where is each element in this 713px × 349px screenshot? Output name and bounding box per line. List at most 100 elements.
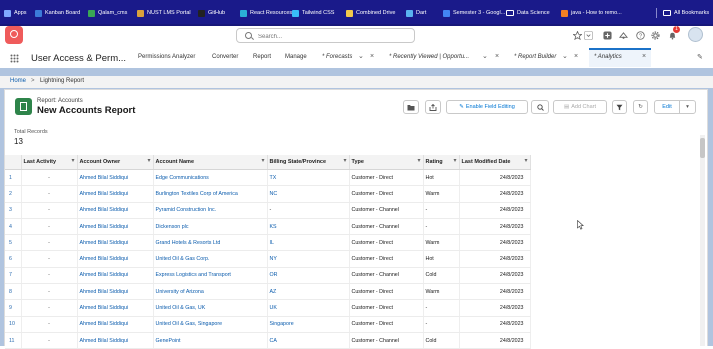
filter-button[interactable] bbox=[612, 100, 627, 114]
column-label: Billing State/Province bbox=[269, 159, 327, 165]
column-menu-icon[interactable]: ▾ bbox=[147, 157, 150, 164]
bookmark-react-resources[interactable]: React Resources bbox=[240, 8, 292, 18]
bookmark-kanban-board[interactable]: Kanban Board bbox=[35, 8, 80, 18]
tab-report-builder-close-icon[interactable]: × bbox=[574, 53, 578, 60]
account-name-link[interactable]: University of Arizona bbox=[153, 283, 268, 301]
account-name-link[interactable]: Pyramid Construction Inc. bbox=[153, 202, 268, 219]
bookmark-data-science[interactable]: Data Science bbox=[506, 8, 550, 18]
bookmark-java-how-to-remove[interactable]: java - How to remo... bbox=[561, 8, 622, 18]
global-actions-plus-icon[interactable] bbox=[603, 31, 612, 40]
column-header-last-modified-date[interactable]: Last Modified Date ▾ bbox=[459, 155, 531, 170]
global-search[interactable] bbox=[236, 28, 415, 43]
bookmark-favicon-icon bbox=[198, 9, 205, 17]
account-owner-link[interactable]: Ahmed Bilal Siddiqui bbox=[77, 218, 154, 236]
tab-recently-viewed-close-icon[interactable]: × bbox=[495, 53, 499, 60]
column-header-type[interactable]: Type ▾ bbox=[349, 155, 424, 170]
nav-item-permissions-analyzer[interactable]: Permissions Analyzer bbox=[138, 54, 195, 60]
user-avatar[interactable] bbox=[688, 27, 703, 42]
refresh-icon: ↻ bbox=[638, 104, 643, 110]
column-menu-icon[interactable]: ▾ bbox=[524, 157, 527, 164]
column-menu-icon[interactable]: ▾ bbox=[261, 157, 264, 164]
account-name-link[interactable]: GenePoint bbox=[153, 332, 268, 349]
nav-item-converter[interactable]: Converter bbox=[212, 54, 238, 60]
bookmark-apps[interactable]: Apps bbox=[4, 8, 27, 18]
tab-report-builder-menu-icon[interactable]: ⌄ bbox=[562, 52, 568, 60]
nav-item-manage[interactable]: Manage bbox=[285, 54, 307, 60]
tab-forecasts-menu-icon[interactable]: ⌄ bbox=[358, 52, 364, 60]
account-owner-link[interactable]: Ahmed Bilal Siddiqui bbox=[77, 299, 154, 317]
breadcrumb-home-link[interactable]: Home bbox=[10, 78, 26, 84]
enable-field-editing-button[interactable]: ✎ Enable Field Editing bbox=[446, 100, 528, 114]
column-menu-icon[interactable]: ▾ bbox=[71, 157, 74, 164]
account-name-link[interactable]: United Oil & Gas, UK bbox=[153, 299, 268, 317]
add-chart-button[interactable]: ▤ Add Chart bbox=[553, 100, 607, 114]
bookmark-github[interactable]: GitHub bbox=[198, 8, 225, 18]
account-name-link[interactable]: Grand Hotels & Resorts Ltd bbox=[153, 234, 268, 252]
account-owner-link[interactable]: Ahmed Bilal Siddiqui bbox=[77, 332, 154, 349]
column-menu-icon[interactable]: ▾ bbox=[417, 157, 420, 164]
column-menu-icon[interactable]: ▾ bbox=[453, 157, 456, 164]
column-header-billing-state[interactable]: Billing State/Province ▾ bbox=[267, 155, 350, 170]
favorites-star-icon[interactable] bbox=[573, 31, 582, 40]
last-modified-date-cell: 24/8/2023 bbox=[459, 332, 531, 349]
column-header-rating[interactable]: Rating ▾ bbox=[423, 155, 460, 170]
bookmark-combined-drive[interactable]: Combined Drive bbox=[346, 8, 395, 18]
tab-forecasts[interactable]: * Forecasts bbox=[322, 54, 352, 60]
more-actions-button[interactable]: ▾ bbox=[679, 100, 696, 114]
table-row: 7- Ahmed Bilal Siddiqui Express Logistics … bbox=[5, 267, 531, 285]
account-name-link[interactable]: United Oil & Gas, Singapore bbox=[153, 316, 268, 333]
column-header-account-owner[interactable]: Account Owner ▾ bbox=[77, 155, 154, 170]
account-name-link[interactable]: Edge Communications bbox=[153, 169, 268, 187]
bookmark-nust-lms-portal[interactable]: NUST LMS Portal bbox=[137, 8, 191, 18]
last-modified-date-cell: 24/8/2023 bbox=[459, 267, 531, 285]
billing-state-cell: NY bbox=[267, 250, 350, 268]
nav-item-report[interactable]: Report bbox=[253, 54, 271, 60]
favorites-dropdown-icon[interactable] bbox=[584, 31, 593, 40]
app-launcher-icon[interactable] bbox=[10, 54, 19, 63]
account-name-link[interactable]: Express Logistics and Transport bbox=[153, 267, 268, 285]
bookmark-all-bookmarks[interactable]: All Bookmarks bbox=[663, 8, 709, 18]
edit-button[interactable]: Edit bbox=[654, 100, 680, 114]
bookmark-qalam-cms[interactable]: Qalam_cms bbox=[88, 8, 127, 18]
account-owner-link[interactable]: Ahmed Bilal Siddiqui bbox=[77, 202, 154, 219]
account-name-link[interactable]: Burlington Textiles Corp of America bbox=[153, 185, 268, 203]
search-report-button[interactable] bbox=[531, 100, 549, 114]
last-modified-date-cell: 24/8/2023 bbox=[459, 218, 531, 236]
share-button[interactable] bbox=[425, 100, 441, 114]
tab-report-builder[interactable]: * Report Builder bbox=[514, 54, 556, 60]
bookmark-semester-3[interactable]: Semester 3 - Googl... bbox=[443, 8, 505, 18]
refresh-button[interactable]: ↻ bbox=[633, 100, 648, 114]
last-modified-date-cell: 24/8/2023 bbox=[459, 185, 531, 203]
tab-forecasts-close-icon[interactable]: × bbox=[370, 53, 374, 60]
search-icon bbox=[536, 103, 544, 111]
bookmark-dart[interactable]: Dart bbox=[406, 8, 426, 18]
account-name-link[interactable]: Dickenson plc bbox=[153, 218, 268, 236]
tab-recently-viewed[interactable]: * Recently Viewed | Opportu... bbox=[389, 54, 469, 60]
bookmark-label: Kanban Board bbox=[45, 10, 81, 16]
tab-analytics[interactable]: * Analytics bbox=[594, 54, 622, 60]
account-owner-link[interactable]: Ahmed Bilal Siddiqui bbox=[77, 283, 154, 301]
account-owner-link[interactable]: Ahmed Bilal Siddiqui bbox=[77, 185, 154, 203]
search-input[interactable] bbox=[256, 30, 410, 43]
column-header-last-activity[interactable]: Last Activity ▾ bbox=[21, 155, 78, 170]
column-menu-icon[interactable]: ▾ bbox=[343, 157, 346, 164]
setup-gear-icon[interactable] bbox=[651, 31, 660, 40]
account-owner-link[interactable]: Ahmed Bilal Siddiqui bbox=[77, 234, 154, 252]
column-header-account-name[interactable]: Account Name ▾ bbox=[153, 155, 268, 170]
account-owner-link[interactable]: Ahmed Bilal Siddiqui bbox=[77, 250, 154, 268]
account-name-link[interactable]: United Oil & Gas Corp. bbox=[153, 250, 268, 268]
folder-button[interactable] bbox=[403, 100, 419, 114]
account-owner-link[interactable]: Ahmed Bilal Siddiqui bbox=[77, 169, 154, 187]
app-logo-icon[interactable] bbox=[5, 26, 23, 44]
trailhead-icon[interactable] bbox=[619, 31, 628, 40]
help-icon[interactable]: ? bbox=[636, 31, 645, 40]
breadcrumb-separator: > bbox=[31, 78, 35, 84]
tab-recently-viewed-menu-icon[interactable]: ⌄ bbox=[482, 52, 488, 60]
edit-nav-pencil-icon[interactable]: ✎ bbox=[697, 53, 703, 61]
bookmark-tailwind-css[interactable]: Tailwind CSS bbox=[292, 8, 334, 18]
tab-analytics-close-icon[interactable]: × bbox=[642, 53, 646, 60]
account-owner-link[interactable]: Ahmed Bilal Siddiqui bbox=[77, 267, 154, 285]
vertical-scrollbar[interactable] bbox=[700, 135, 705, 346]
scrollbar-thumb[interactable] bbox=[700, 138, 705, 158]
account-owner-link[interactable]: Ahmed Bilal Siddiqui bbox=[77, 316, 154, 333]
